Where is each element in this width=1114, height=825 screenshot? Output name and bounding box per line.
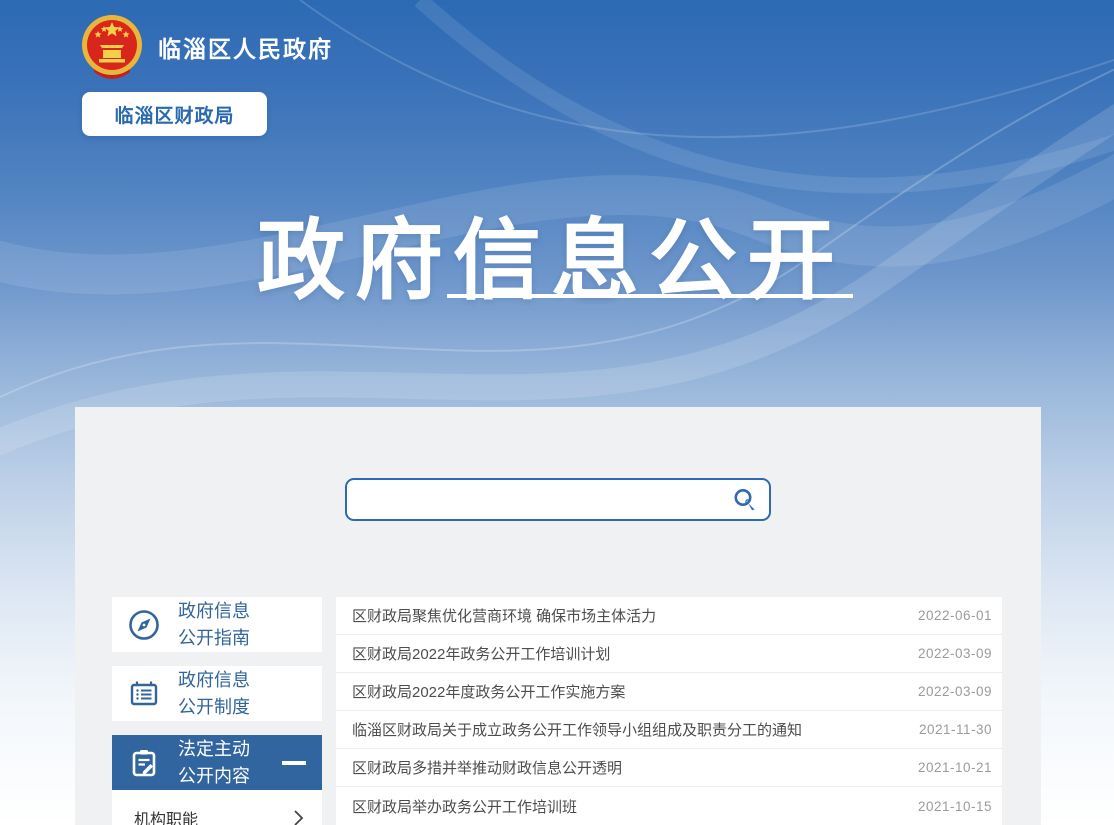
sidebar-item-label-line1: 法定主动 [178,736,250,763]
sidebar-subitem-label: 机构职能 [134,806,198,825]
news-list-item[interactable]: 区财政局2022年政务公开工作培训计划 2022-03-09 [336,635,1002,673]
sidebar-item-label-line2: 公开制度 [178,694,250,721]
sidebar-item-disclosure-system[interactable]: 政府信息 公开制度 [112,666,322,721]
news-list-item[interactable]: 区财政局多措并举推动财政信息公开透明 2021-10-21 [336,749,1002,787]
news-title: 区财政局多措并举推动财政信息公开透明 [352,757,622,778]
news-list: 区财政局聚焦优化营商环境 确保市场主体活力 2022-06-01 区财政局202… [336,597,1002,825]
content-panel: 政府信息 公开指南 政府信息 公开制度 [75,407,1041,825]
search-button[interactable] [729,480,769,519]
news-title: 区财政局举办政务公开工作培训班 [352,796,577,817]
news-list-item[interactable]: 区财政局聚焦优化营商环境 确保市场主体活力 2022-06-01 [336,597,1002,635]
news-date: 2022-06-01 [918,608,992,623]
news-list-item[interactable]: 临淄区财政局关于成立政务公开工作领导小组组成及职责分工的通知 2021-11-3… [336,711,1002,749]
news-title: 区财政局聚焦优化营商环境 确保市场主体活力 [352,605,656,626]
sidebar-item-label-line2: 公开内容 [178,763,250,790]
clipboard-pen-icon [126,745,162,781]
site-name: 临淄区人民政府 [158,30,333,64]
search-box [345,478,771,521]
news-title: 区财政局2022年政务公开工作培训计划 [352,643,610,664]
search-icon [732,487,758,513]
sidebar-item-label-line2: 公开指南 [178,625,250,652]
site-header: 临淄区人民政府 [80,14,333,80]
sidebar-item-statutory-disclosure[interactable]: 法定主动 公开内容 [112,735,322,790]
news-title: 临淄区财政局关于成立政务公开工作领导小组组成及职责分工的通知 [352,719,802,740]
sidebar-item-disclosure-guide[interactable]: 政府信息 公开指南 [112,597,322,652]
news-date: 2021-11-30 [919,722,992,737]
sidebar: 政府信息 公开指南 政府信息 公开制度 [112,597,322,825]
chevron-right-icon [293,809,304,825]
title-underline [447,294,853,298]
news-date: 2022-03-09 [918,684,992,699]
sidebar-item-label-line1: 政府信息 [178,598,250,625]
news-title: 区财政局2022年度政务公开工作实施方案 [352,681,625,702]
department-button[interactable]: 临淄区财政局 [82,92,267,136]
news-list-item[interactable]: 区财政局2022年度政务公开工作实施方案 2022-03-09 [336,673,1002,711]
news-date: 2022-03-09 [918,646,992,661]
national-emblem-icon [80,14,144,80]
sidebar-item-label-line1: 政府信息 [178,667,250,694]
notebook-icon [126,676,162,712]
compass-icon [126,607,162,643]
news-date: 2021-10-21 [918,760,992,775]
sidebar-subitem-agency-functions[interactable]: 机构职能 [112,790,322,825]
news-date: 2021-10-15 [918,799,992,814]
collapse-minus-icon[interactable] [282,761,306,765]
search-input[interactable] [347,480,729,519]
news-list-item[interactable]: 区财政局举办政务公开工作培训班 2021-10-15 [336,787,1002,825]
